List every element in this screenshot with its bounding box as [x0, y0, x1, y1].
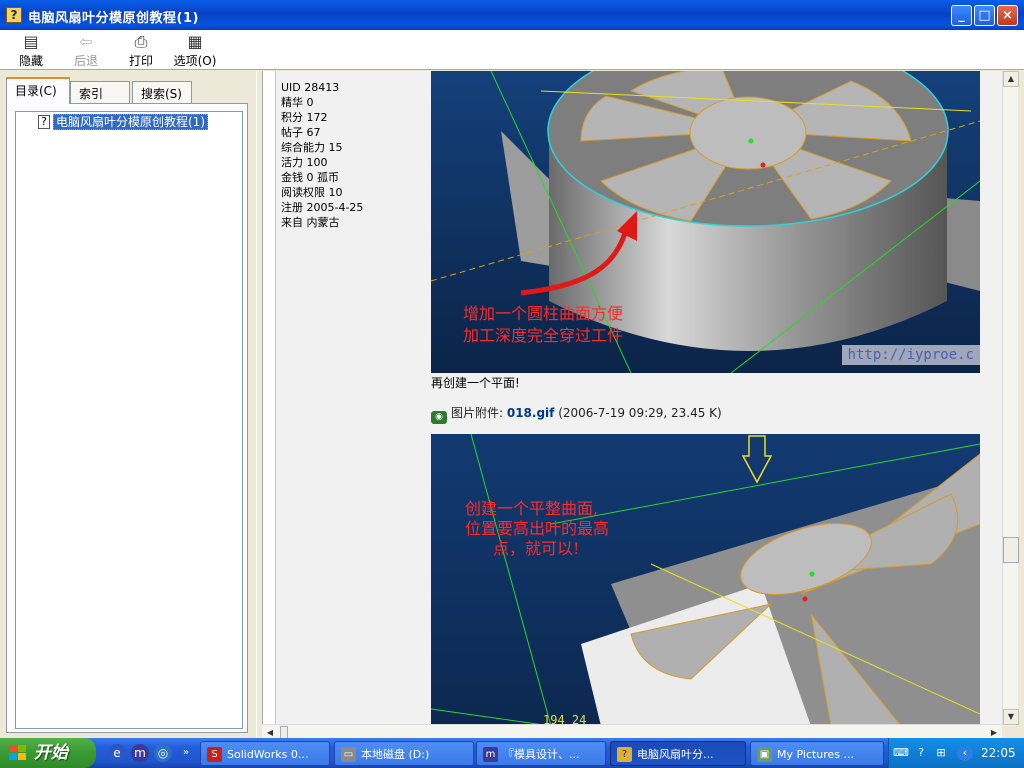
annotation-line-1: 创建一个平整曲面, — [465, 499, 598, 518]
help-icon[interactable]: ? — [913, 745, 929, 761]
toolbar: ▤ 隐藏 ⇦ 后退 ⎙ 打印 ▦ 选项(O) — [0, 30, 1024, 70]
user-ability: 综合能力 15 — [281, 141, 343, 154]
annotation-line-1: 增加一个圆柱曲面方便 — [463, 304, 623, 323]
browser-icon: m — [483, 747, 498, 762]
ie-icon[interactable]: e — [108, 744, 126, 762]
print-button[interactable]: ⎙ 打印 — [118, 33, 164, 69]
contents-tree[interactable]: ? 电脑风扇叶分模原创教程(1) — [15, 111, 243, 729]
close-button[interactable]: × — [997, 5, 1018, 26]
annotation-line-3: 点，就可以! — [493, 539, 579, 558]
cad-screenshot-plane: 创建一个平整曲面, 位置要高出叶的最高 点，就可以! 194 24 — [431, 434, 980, 726]
minimize-button[interactable]: _ — [951, 5, 972, 26]
help-file-icon: ? — [617, 747, 632, 762]
user-activity: 活力 100 — [281, 156, 328, 169]
image-attachment-icon: ◉ — [431, 411, 447, 424]
clock: 22:05 — [981, 746, 1016, 760]
user-money: 金钱 0 孤币 — [281, 171, 339, 184]
task-forum[interactable]: m 『模具设计、... — [476, 741, 606, 766]
tree-item[interactable]: ? 电脑风扇叶分模原创教程(1) — [38, 114, 208, 131]
task-solidworks[interactable]: S SolidWorks 0... — [200, 741, 330, 766]
print-label: 打印 — [128, 54, 153, 68]
post-caption: 再创建一个平面! — [431, 376, 520, 390]
fan-cylinder-drawing: 增加一个圆柱曲面方便 加工深度完全穿过工件 — [431, 71, 980, 373]
task-local-disk[interactable]: ▭ 本地磁盘 (D:) — [334, 741, 474, 766]
back-label: 后退 — [73, 54, 98, 68]
post-area: UID 28413 精华 0 积分 172 帖子 67 综合能力 15 活力 1… — [275, 71, 1018, 726]
hide-button[interactable]: ▤ 隐藏 — [8, 33, 54, 69]
media-player-icon[interactable]: ◎ — [154, 744, 172, 762]
user-read-permission: 阅读权限 10 — [281, 186, 343, 199]
taskbar: 开始 e m ◎ » S SolidWorks 0... ▭ 本地磁盘 (D:) m… — [0, 738, 1024, 768]
messenger-icon[interactable]: m — [131, 744, 149, 762]
options-icon: ▦ — [187, 32, 203, 51]
window-titlebar[interactable]: ? 电脑风扇叶分模原创教程(1) _ □ × — [0, 0, 1024, 30]
attachment-prefix: 图片附件: — [451, 406, 507, 420]
user-digest: 精华 0 — [281, 96, 314, 109]
system-tray: ⌨ ? ⊞ ‹ 22:05 — [888, 738, 1024, 768]
fan-plane-drawing: 创建一个平整曲面, 位置要高出叶的最高 点，就可以! 194 24 — [431, 434, 980, 726]
content-pane: UID 28413 精华 0 积分 172 帖子 67 综合能力 15 活力 1… — [262, 71, 1018, 726]
task-tutorial[interactable]: ? 电脑风扇叶分... — [610, 741, 746, 766]
task-label: 电脑风扇叶分... — [637, 748, 714, 761]
attachment-line: ◉ 图片附件: 018.gif (2006-7-19 09:29, 23.45 K… — [431, 404, 722, 424]
task-my-pictures[interactable]: ▣ My Pictures ... — [750, 741, 884, 766]
attachment-link[interactable]: 018.gif — [507, 406, 555, 420]
keyboard-icon[interactable]: ⌨ — [893, 745, 909, 761]
solidworks-icon: S — [207, 747, 222, 762]
task-label: SolidWorks 0... — [227, 748, 309, 761]
annotation-line-2: 加工深度完全穿过工件 — [463, 326, 623, 345]
disk-icon: ▭ — [341, 747, 356, 762]
user-location: 来自 内蒙古 — [281, 216, 340, 229]
scroll-down-button[interactable]: ▼ — [1003, 709, 1019, 725]
start-button[interactable]: 开始 — [0, 738, 96, 768]
help-topic-icon: ? — [38, 115, 50, 129]
tab-search[interactable]: 搜索(S) — [132, 81, 192, 103]
task-label: 本地磁盘 (D:) — [361, 748, 430, 761]
task-label: My Pictures ... — [777, 748, 855, 761]
cad-screenshot-cylinder: 增加一个圆柱曲面方便 加工深度完全穿过工件 http://iyproe.c — [431, 71, 980, 373]
task-label: 『模具设计、... — [503, 748, 580, 761]
user-posts: 帖子 67 — [281, 126, 321, 139]
printer-icon: ⎙ — [134, 32, 148, 51]
user-registered: 注册 2005-4-25 — [281, 201, 364, 214]
vertical-scrollbar[interactable]: ▲ ▼ — [1002, 71, 1019, 726]
tab-index[interactable]: 索引(N) — [70, 81, 130, 116]
window-title: 电脑风扇叶分模原创教程(1) — [28, 11, 199, 26]
user-uid: UID 28413 — [281, 81, 340, 94]
attachment-meta: (2006-7-19 09:29, 23.45 K) — [554, 406, 722, 420]
scroll-up-button[interactable]: ▲ — [1003, 71, 1019, 87]
help-file-icon: ? — [6, 7, 22, 23]
scroll-thumb[interactable] — [1003, 537, 1019, 563]
windows-logo-icon — [9, 745, 27, 761]
hide-label: 隐藏 — [18, 54, 43, 68]
annotation-line-2: 位置要高出叶的最高 — [465, 519, 609, 538]
input-method-icon[interactable]: ⊞ — [933, 745, 949, 761]
back-arrow-icon: ⇦ — [79, 32, 93, 51]
contents-panel: ? 电脑风扇叶分模原创教程(1) — [6, 103, 248, 733]
options-button[interactable]: ▦ 选项(O) — [170, 33, 220, 69]
watermark: http://iyproe.c — [841, 345, 980, 365]
chevron-right-icon[interactable]: » — [180, 744, 192, 762]
chevron-left-icon[interactable]: ‹ — [957, 745, 973, 761]
navigation-pane: 目录(C) 索引(N) 搜索(S) ?电脑风扇叶分模原创教程(1) — [0, 71, 256, 739]
user-points: 积分 172 — [281, 111, 328, 124]
start-label: 开始 — [34, 743, 68, 763]
tree-item-label: 电脑风扇叶分模原创教程(1) — [53, 114, 208, 130]
back-button[interactable]: ⇦ 后退 — [63, 33, 109, 69]
maximize-button[interactable]: □ — [974, 5, 995, 26]
tab-contents[interactable]: 目录(C) — [6, 77, 70, 104]
user-info: UID 28413 精华 0 积分 172 帖子 67 综合能力 15 活力 1… — [281, 80, 363, 230]
options-label: 选项(O) — [173, 54, 217, 68]
hide-pane-icon: ▤ — [23, 32, 39, 51]
folder-pictures-icon: ▣ — [757, 747, 772, 762]
